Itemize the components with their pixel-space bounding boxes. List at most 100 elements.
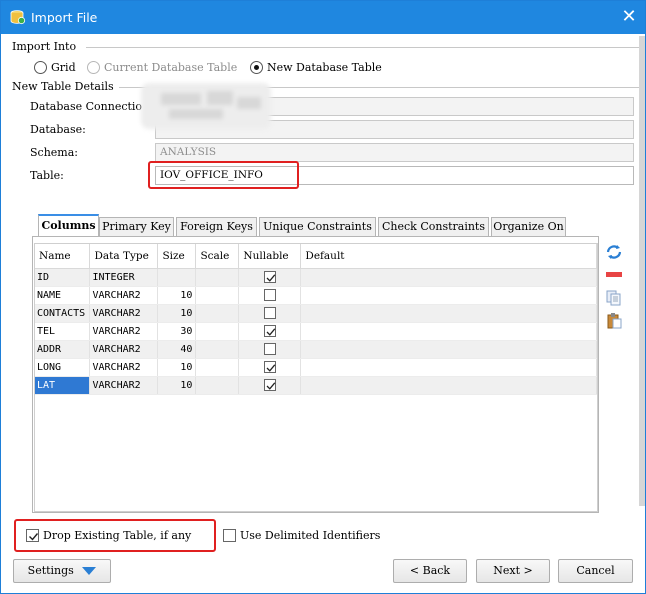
radio-grid-circle[interactable] bbox=[34, 61, 47, 74]
header-name[interactable]: Name bbox=[35, 244, 91, 269]
copy-icon[interactable] bbox=[604, 289, 624, 307]
cell-data-type[interactable]: VARCHAR2 bbox=[89, 358, 159, 377]
cell-default[interactable] bbox=[300, 268, 597, 287]
table-row[interactable]: LONG VARCHAR2 10 bbox=[35, 358, 597, 377]
radio-current-table-circle bbox=[87, 61, 100, 74]
nullable-checkbox[interactable] bbox=[263, 379, 276, 391]
columns-table-body: ID INTEGER NAME VARCHAR2 10 CONTACTS VARCHAR2 1… bbox=[35, 268, 597, 395]
window-scrollbar[interactable] bbox=[639, 36, 645, 506]
cell-scale[interactable] bbox=[195, 304, 240, 323]
table-row[interactable]: ID INTEGER bbox=[35, 268, 597, 287]
tab-organize-on[interactable]: Organize On bbox=[491, 217, 566, 236]
cell-data-type[interactable]: VARCHAR2 bbox=[89, 322, 159, 341]
import-into-separator bbox=[86, 47, 639, 48]
nullable-checkbox[interactable] bbox=[263, 289, 276, 301]
tab-unique-constraints[interactable]: Unique Constraints bbox=[259, 217, 376, 236]
header-scale[interactable]: Scale bbox=[195, 244, 240, 269]
cell-data-type[interactable]: VARCHAR2 bbox=[89, 286, 159, 305]
redacted-blur bbox=[141, 83, 271, 129]
cell-name[interactable]: ADDR bbox=[35, 340, 91, 359]
cancel-button[interactable]: Cancel bbox=[558, 559, 633, 583]
cell-nullable[interactable] bbox=[238, 268, 302, 287]
nullable-checkbox[interactable] bbox=[263, 343, 276, 355]
cell-name[interactable]: LONG bbox=[35, 358, 91, 377]
remove-column-icon[interactable] bbox=[604, 266, 624, 284]
cell-scale[interactable] bbox=[195, 358, 240, 377]
import-file-dialog: Import File ✕ Import Into Grid Current D… bbox=[0, 0, 646, 594]
cell-nullable[interactable] bbox=[238, 322, 302, 341]
cell-default[interactable] bbox=[300, 376, 597, 395]
cell-data-type[interactable]: VARCHAR2 bbox=[89, 304, 159, 323]
cell-default[interactable] bbox=[300, 286, 597, 305]
cell-data-type[interactable]: VARCHAR2 bbox=[89, 340, 159, 359]
table-row[interactable]: LAT VARCHAR2 10 bbox=[35, 376, 597, 395]
cell-name[interactable]: ID bbox=[35, 268, 91, 287]
cell-size[interactable]: 10 bbox=[157, 304, 197, 323]
nullable-checkbox[interactable] bbox=[263, 325, 276, 337]
cell-size[interactable]: 30 bbox=[157, 322, 197, 341]
cell-scale[interactable] bbox=[195, 286, 240, 305]
cell-nullable[interactable] bbox=[238, 376, 302, 395]
new-table-details-label: New Table Details bbox=[12, 80, 114, 93]
window-title: Import File bbox=[31, 10, 98, 25]
header-nullable[interactable]: Nullable bbox=[238, 244, 302, 269]
header-data-type[interactable]: Data Type bbox=[89, 244, 159, 269]
table-row[interactable]: ADDR VARCHAR2 40 bbox=[35, 340, 597, 359]
cell-default[interactable] bbox=[300, 358, 597, 377]
tab-foreign-keys[interactable]: Foreign Keys bbox=[176, 217, 257, 236]
radio-grid[interactable]: Grid bbox=[34, 61, 76, 74]
refresh-icon[interactable] bbox=[604, 243, 624, 261]
cell-default[interactable] bbox=[300, 304, 597, 323]
table-row[interactable]: TEL VARCHAR2 30 bbox=[35, 322, 597, 341]
columns-table: Name Data Type Size Scale Nullable Defau… bbox=[35, 244, 597, 395]
cell-name[interactable]: NAME bbox=[35, 286, 91, 305]
cell-data-type[interactable]: VARCHAR2 bbox=[89, 376, 159, 395]
header-default[interactable]: Default bbox=[300, 244, 597, 269]
cell-size[interactable]: 10 bbox=[157, 286, 197, 305]
columns-header-row: Name Data Type Size Scale Nullable Defau… bbox=[35, 244, 597, 269]
cell-default[interactable] bbox=[300, 340, 597, 359]
radio-new-table-circle[interactable] bbox=[250, 61, 263, 74]
cell-nullable[interactable] bbox=[238, 286, 302, 305]
cell-scale[interactable] bbox=[195, 340, 240, 359]
cell-name[interactable]: TEL bbox=[35, 322, 91, 341]
cell-nullable[interactable] bbox=[238, 340, 302, 359]
title-bar: Import File ✕ bbox=[1, 1, 645, 34]
columns-grid[interactable]: Name Data Type Size Scale Nullable Defau… bbox=[34, 243, 598, 512]
close-button[interactable]: ✕ bbox=[617, 6, 641, 28]
nullable-checkbox[interactable] bbox=[263, 271, 276, 283]
radio-new-table[interactable]: New Database Table bbox=[250, 61, 382, 74]
delimited-identifiers-option[interactable]: Use Delimited Identifiers bbox=[223, 529, 380, 542]
cell-scale[interactable] bbox=[195, 268, 240, 287]
tab-columns[interactable]: Columns bbox=[38, 214, 99, 237]
back-button[interactable]: < Back bbox=[393, 559, 467, 583]
tab-check-constraints[interactable]: Check Constraints bbox=[378, 217, 489, 236]
cell-name[interactable]: CONTACTS bbox=[35, 304, 91, 323]
cell-nullable[interactable] bbox=[238, 358, 302, 377]
cell-default[interactable] bbox=[300, 322, 597, 341]
cell-scale[interactable] bbox=[195, 376, 240, 395]
cell-size[interactable] bbox=[157, 268, 197, 287]
header-size[interactable]: Size bbox=[157, 244, 197, 269]
database-import-icon bbox=[10, 10, 26, 25]
drop-existing-highlight bbox=[14, 519, 216, 552]
settings-button[interactable]: Settings bbox=[13, 559, 111, 583]
tab-primary-key[interactable]: Primary Key bbox=[99, 217, 174, 236]
cell-size[interactable]: 10 bbox=[157, 376, 197, 395]
cell-data-type[interactable]: INTEGER bbox=[89, 268, 159, 287]
next-button[interactable]: Next > bbox=[476, 559, 550, 583]
schema-label: Schema: bbox=[30, 146, 78, 159]
table-row[interactable]: NAME VARCHAR2 10 bbox=[35, 286, 597, 305]
cell-name[interactable]: LAT bbox=[35, 376, 91, 395]
radio-new-table-label: New Database Table bbox=[267, 61, 382, 74]
table-row[interactable]: CONTACTS VARCHAR2 10 bbox=[35, 304, 597, 323]
radio-current-table-label: Current Database Table bbox=[104, 61, 238, 74]
nullable-checkbox[interactable] bbox=[263, 307, 276, 319]
nullable-checkbox[interactable] bbox=[263, 361, 276, 373]
paste-icon[interactable] bbox=[604, 312, 624, 330]
cell-size[interactable]: 40 bbox=[157, 340, 197, 359]
cell-size[interactable]: 10 bbox=[157, 358, 197, 377]
delimited-identifiers-checkbox[interactable] bbox=[223, 529, 236, 542]
cell-scale[interactable] bbox=[195, 322, 240, 341]
cell-nullable[interactable] bbox=[238, 304, 302, 323]
